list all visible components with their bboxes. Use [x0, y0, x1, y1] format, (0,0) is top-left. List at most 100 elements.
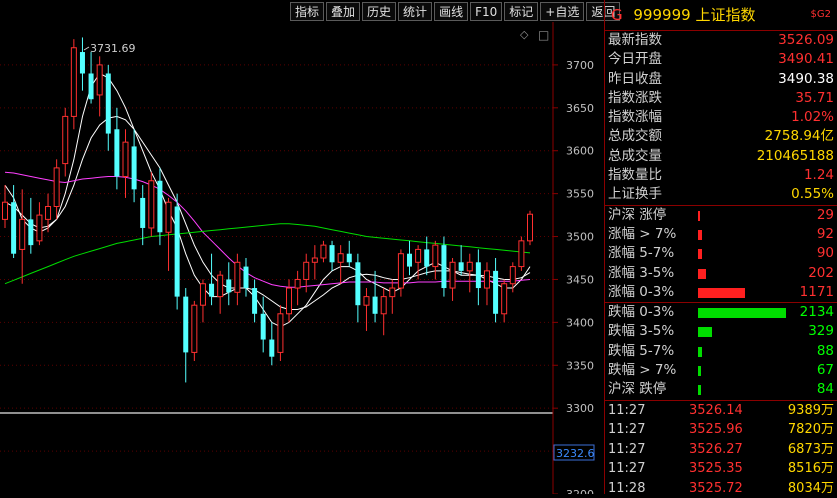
candlestick-chart[interactable]: 3700365036003550350034503400335033003250… — [0, 0, 604, 494]
distribution-label: 沪深 涨停 — [608, 206, 667, 223]
y-tick-label: 3650 — [566, 102, 594, 115]
y-tick-label: 3600 — [566, 145, 594, 158]
candle — [260, 296, 266, 353]
toolbar-button[interactable]: 指标 — [290, 2, 325, 21]
toolbar-button[interactable]: 历史 — [362, 2, 397, 21]
y-tick-label: 3450 — [566, 273, 594, 286]
candle — [174, 193, 180, 310]
stat-label: 指数涨幅 — [608, 109, 662, 126]
candle-body — [355, 262, 361, 306]
distribution-bar — [698, 229, 702, 240]
candle-body — [432, 244, 439, 268]
candle-body — [303, 261, 310, 280]
trade-volume: 8034万 — [787, 480, 834, 496]
candle — [269, 322, 275, 366]
toolbar-button[interactable]: 画线 — [434, 2, 469, 21]
current-price-label: 3232.6 — [556, 447, 595, 460]
quote-panel: G 999999 上证指数 $G2 最新指数 3526.09 今日开盘 3490.41… — [604, 0, 837, 496]
toolbar-button[interactable]: 标记 — [504, 2, 539, 21]
candle — [501, 279, 508, 323]
distribution-count: 1171 — [799, 283, 834, 300]
candle — [2, 185, 8, 228]
candle-body — [28, 219, 34, 246]
stat-label: 昨日收盘 — [608, 70, 662, 87]
candle — [277, 305, 284, 361]
stat-row: 指数涨幅 1.02% — [605, 108, 837, 127]
candle — [337, 245, 344, 284]
distribution-bar — [698, 366, 701, 377]
candle — [226, 262, 232, 306]
candle-body — [217, 274, 224, 298]
toolbar-button[interactable]: 统计 — [398, 2, 433, 21]
stat-row: 指数涨跌 35.71 — [605, 89, 837, 108]
diamond-icon[interactable]: ◇ — [520, 28, 529, 41]
max-price-annotation: 3731.69 — [90, 42, 136, 55]
candle-body — [509, 266, 516, 285]
distribution-row: 沪深 跌停 84 — [605, 380, 837, 399]
panel-title-g: G — [611, 6, 623, 24]
trade-price: 3525.35 — [689, 461, 743, 477]
distribution-label: 涨幅 0-3% — [608, 283, 675, 300]
candle-body — [19, 218, 26, 250]
stat-row: 昨日收盘 3490.38 — [605, 70, 837, 89]
candle-body — [493, 270, 499, 314]
candle — [407, 240, 413, 276]
candle-body — [191, 304, 198, 353]
candle-body — [165, 201, 172, 233]
distribution-bar — [698, 210, 700, 221]
settings-square-icon[interactable]: □ — [538, 28, 549, 42]
candle — [243, 258, 249, 297]
candle — [131, 129, 137, 203]
candle — [191, 300, 198, 361]
toolbar-button[interactable]: F10 — [470, 2, 503, 21]
candle — [79, 37, 85, 91]
candle-body — [449, 261, 456, 289]
stat-row: 最新指数 3526.09 — [605, 31, 837, 50]
candle-body — [122, 141, 129, 177]
candle-body — [11, 202, 17, 254]
candle — [105, 64, 111, 151]
candle-body — [441, 245, 447, 289]
stat-row: 总成交量 210465188 — [605, 147, 837, 166]
candle-body — [407, 253, 413, 267]
distribution-label: 涨幅 5-7% — [608, 245, 675, 262]
candle-body — [329, 245, 335, 263]
distribution-count: 2134 — [799, 304, 834, 321]
distribution-bar — [698, 287, 745, 298]
y-tick-label: 3400 — [566, 316, 594, 329]
trade-volume: 7820万 — [787, 422, 834, 438]
stat-label: 总成交额 — [608, 128, 662, 145]
trade-volume: 9389万 — [787, 402, 834, 418]
candle — [458, 245, 464, 276]
candle-body — [286, 287, 293, 315]
candle-body — [475, 262, 481, 289]
stat-row: 今日开盘 3490.41 — [605, 50, 837, 69]
distribution-row: 涨幅 > 7% 92 — [605, 225, 837, 244]
stat-value: 3490.38 — [778, 70, 834, 87]
candle-body — [157, 180, 163, 233]
candle — [19, 189, 26, 284]
candle-body — [70, 47, 77, 117]
candle — [346, 240, 352, 267]
trade-price: 3526.14 — [689, 402, 743, 418]
candle-body — [2, 201, 8, 220]
candle — [432, 240, 439, 280]
candle-body — [363, 296, 370, 306]
candle-body — [45, 206, 52, 220]
toolbar-button[interactable]: +自选 — [540, 2, 585, 21]
candle — [70, 39, 77, 130]
candle-body — [294, 278, 301, 289]
stat-value: 2758.94亿 — [764, 128, 834, 145]
candle-body — [140, 197, 146, 228]
stat-label: 总成交量 — [608, 147, 662, 164]
candle-body — [483, 270, 490, 289]
candle — [527, 210, 533, 246]
candle-body — [226, 279, 232, 293]
candle-body — [346, 253, 352, 263]
index-stats: 最新指数 3526.09 今日开盘 3490.41 昨日收盘 3490.38 指数涨跌 35.… — [605, 31, 837, 205]
stat-value: 3490.41 — [778, 51, 834, 68]
distribution-count: 29 — [816, 206, 834, 223]
moving-average-lines — [4, 72, 531, 328]
toolbar-button[interactable]: 叠加 — [326, 2, 361, 21]
trade-row: 11:27 3526.14 9389万 — [605, 401, 837, 421]
